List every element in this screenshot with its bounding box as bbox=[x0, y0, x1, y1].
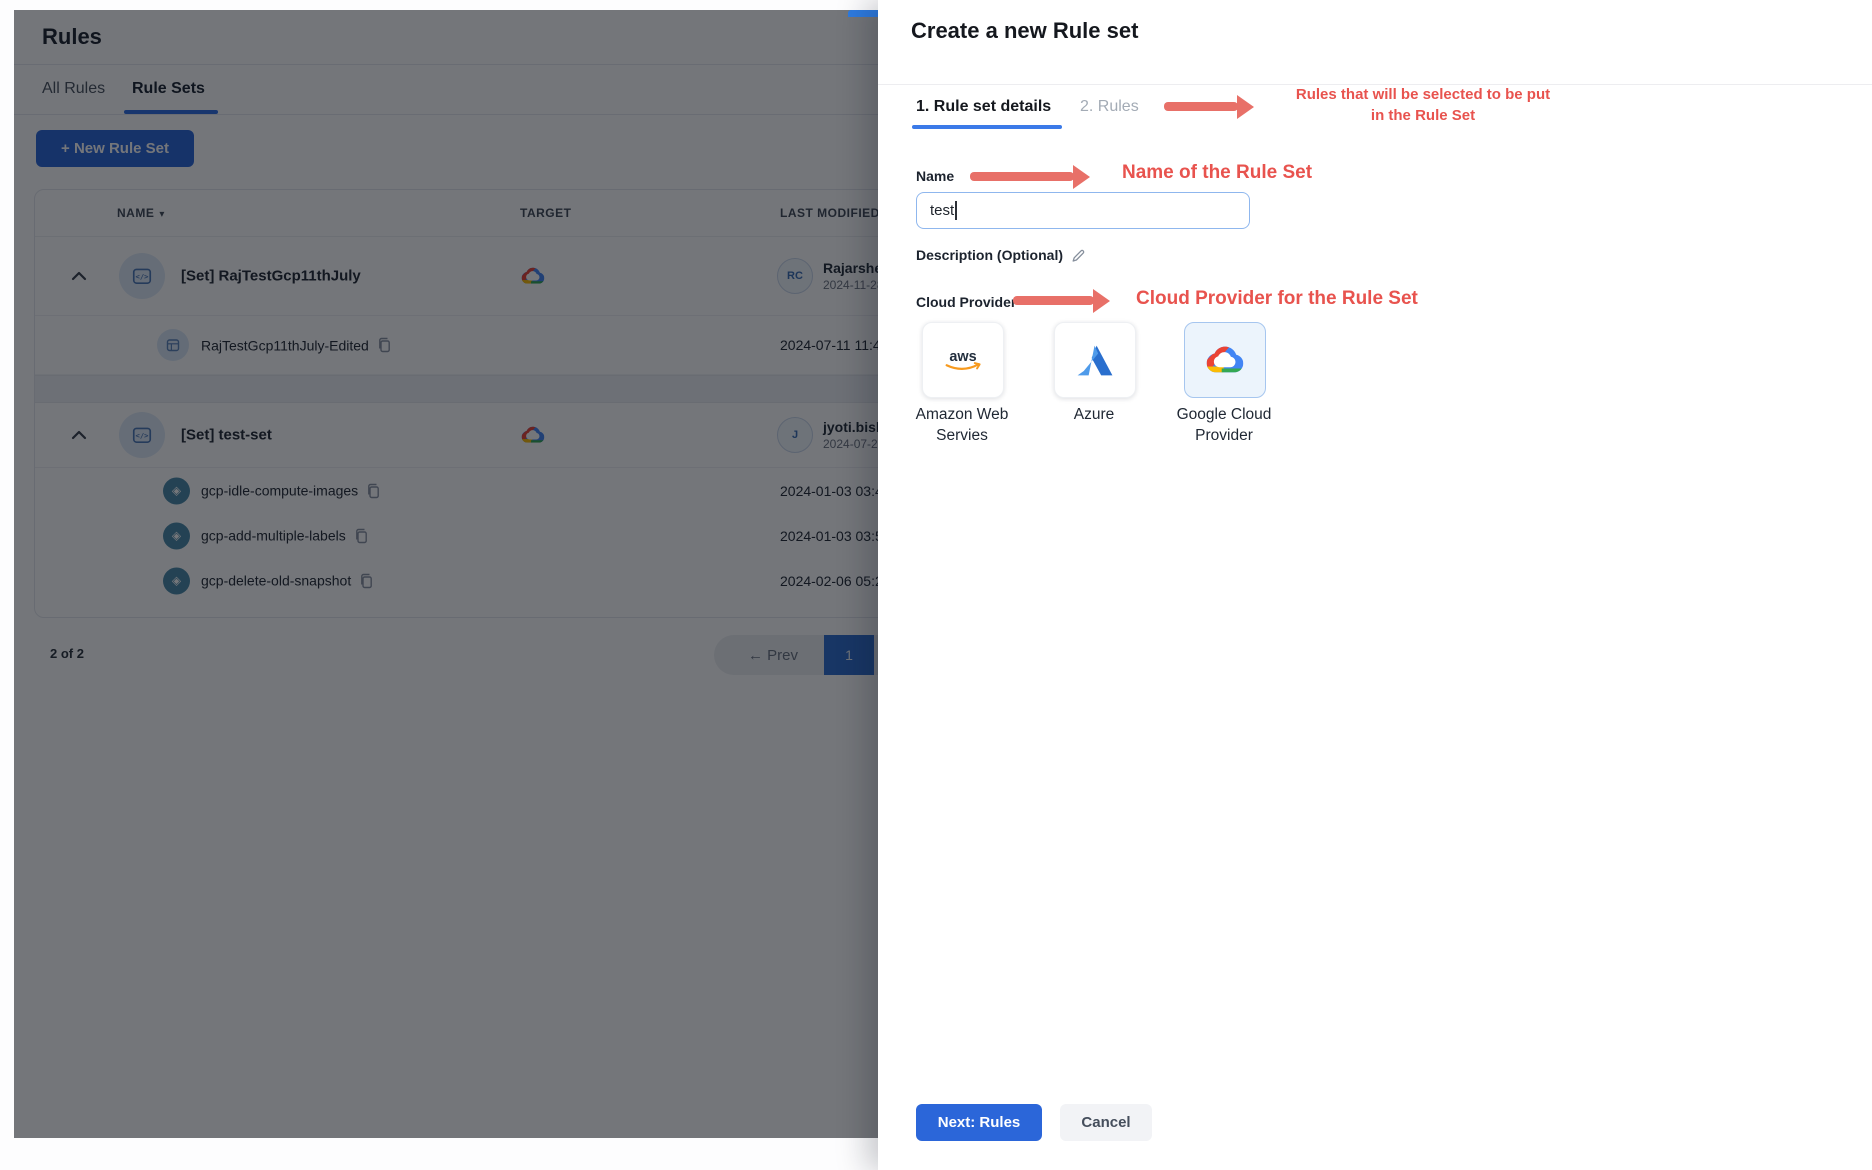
step-tab-rules[interactable]: 2. Rules bbox=[1080, 98, 1139, 116]
drawer-title: Create a new Rule set bbox=[911, 18, 1139, 43]
name-input-value: test bbox=[930, 202, 955, 219]
screen: Rules All Rules Rule Sets + New Rule Set… bbox=[0, 0, 1872, 1170]
create-rule-set-drawer: Create a new Rule set 1. Rule set detail… bbox=[878, 0, 1872, 1170]
active-step-underline bbox=[912, 125, 1062, 129]
annotation-step-note: Rules that will be selected to be put in… bbox=[1295, 86, 1551, 124]
svg-text:aws: aws bbox=[949, 349, 976, 365]
annotation-arrow bbox=[1013, 296, 1094, 305]
next-rules-button[interactable]: Next: Rules bbox=[916, 1104, 1042, 1141]
provider-label-gcp: Google Cloud Provider bbox=[1176, 406, 1272, 444]
annotation-name-note: Name of the Rule Set bbox=[1122, 162, 1313, 183]
google-cloud-logo-icon bbox=[1204, 343, 1246, 377]
step-tab-rule-set-details[interactable]: 1. Rule set details bbox=[916, 98, 1051, 116]
aws-logo-icon: aws bbox=[945, 349, 981, 370]
description-label: Description (Optional) bbox=[916, 247, 1086, 263]
azure-logo-icon bbox=[1077, 345, 1113, 375]
provider-card-aws[interactable]: aws bbox=[922, 322, 1004, 398]
provider-card-gcp[interactable] bbox=[1184, 322, 1266, 398]
text-caret bbox=[955, 201, 957, 220]
provider-card-azure[interactable] bbox=[1054, 322, 1136, 398]
cancel-button[interactable]: Cancel bbox=[1060, 1104, 1152, 1141]
name-label: Name bbox=[916, 168, 955, 184]
cloud-provider-label: Cloud Provider bbox=[916, 294, 1017, 310]
annotation-cloud-note: Cloud Provider for the Rule Set bbox=[1136, 288, 1418, 309]
edit-pencil-icon[interactable] bbox=[1071, 248, 1086, 263]
modal-overlay[interactable] bbox=[14, 10, 878, 1138]
name-input[interactable]: test bbox=[916, 192, 1250, 229]
annotation-arrow bbox=[970, 172, 1074, 181]
